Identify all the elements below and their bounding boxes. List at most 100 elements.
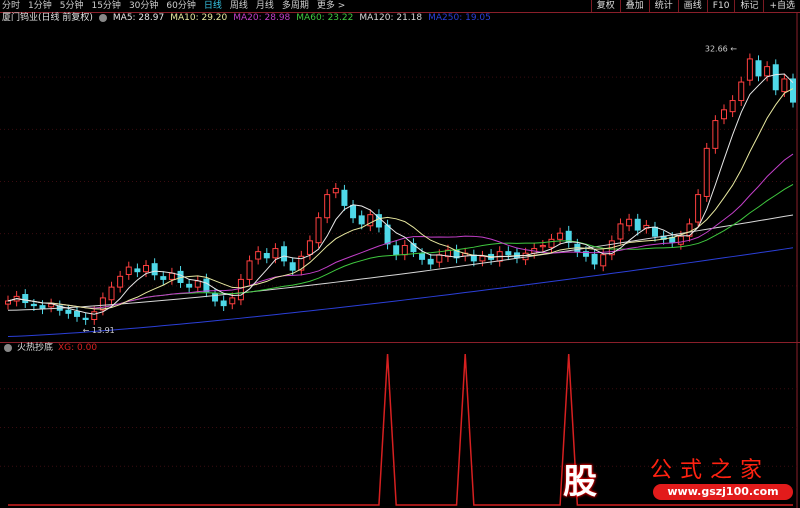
candle-body — [306, 240, 313, 255]
candle-body — [82, 317, 89, 320]
candle-body — [125, 266, 132, 275]
stock-title: 厦门钨业(日线 前复权) — [2, 13, 93, 23]
ma-legend-item: MA60: 23.22 — [296, 13, 354, 23]
ma10-line — [7, 88, 794, 310]
toolbar-button[interactable]: 标记 — [734, 0, 763, 12]
candle-body — [539, 244, 546, 248]
ma5-line — [7, 73, 794, 315]
period-tab[interactable]: 30分钟 — [129, 0, 158, 12]
low-price-label: ← 13.91 — [83, 326, 115, 335]
period-tab[interactable]: 分时 — [2, 0, 20, 12]
watermark-url: www.gszj100.com — [653, 484, 793, 500]
candle-body — [712, 120, 719, 149]
toolbar-button[interactable]: 画线 — [677, 0, 707, 12]
period-tab[interactable]: 周线 — [230, 0, 248, 12]
candle-body — [117, 275, 124, 288]
candle-body — [22, 294, 29, 304]
candle-body — [332, 187, 339, 194]
candle-body — [65, 309, 72, 314]
period-tab[interactable]: 日线 — [204, 0, 222, 12]
candle-body — [738, 81, 745, 102]
ma-legend: 厦门钨业(日线 前复权) MA5: 28.97 MA10: 29.20 MA20: … — [2, 13, 491, 24]
candle-body — [358, 215, 365, 225]
indicator-settings-icon[interactable] — [4, 344, 12, 352]
candle-body — [39, 305, 46, 310]
period-tab[interactable]: 15分钟 — [91, 0, 120, 12]
candle-body — [617, 223, 624, 240]
toolbar-button[interactable]: 叠加 — [619, 0, 649, 12]
candle-body — [30, 303, 37, 307]
candle-body — [91, 311, 98, 320]
candle-body — [651, 226, 658, 237]
candle-body — [203, 278, 210, 293]
candle-body — [729, 100, 736, 113]
ma-legend-item: MA20: 28.98 — [233, 13, 291, 23]
right-toolbar: 复权 叠加 统计 画线 F10 标记 +自选 — [590, 0, 800, 12]
indicator-value: XG: 0.00 — [58, 343, 98, 353]
candle-body — [160, 276, 167, 280]
candle-body — [600, 254, 607, 267]
watermark-glyph: 股 — [563, 462, 597, 502]
candle-body — [315, 217, 322, 244]
period-toolbar: 分时 1分钟 5分钟 15分钟 30分钟 60分钟 日线 周线 月线 多周期 更多 > — [0, 0, 640, 12]
candle-body — [393, 245, 400, 256]
ma20-line — [7, 153, 794, 309]
toolbar-button[interactable]: +自选 — [763, 0, 800, 12]
candle-body — [5, 300, 11, 305]
settings-circle-icon[interactable] — [98, 14, 107, 22]
candle-body — [677, 235, 684, 245]
candle-body — [246, 260, 253, 280]
indicator-name: 火热抄底 — [17, 343, 54, 353]
toolbar-button[interactable]: 复权 — [590, 0, 620, 12]
candle-body — [746, 58, 753, 81]
toolbar-button[interactable]: 统计 — [648, 0, 678, 12]
candle-body — [479, 255, 486, 262]
candle-body — [272, 248, 279, 259]
kline-chart[interactable]: 32.66 ← ← 13.91 — [0, 0, 800, 508]
high-price-label: 32.66 ← — [705, 45, 737, 54]
watermark-name: 公式之家 — [650, 458, 771, 483]
candle-body — [74, 310, 81, 317]
ma-legend-item: MA250: 19.05 — [428, 13, 491, 23]
period-tab[interactable]: 更多 > — [317, 0, 345, 12]
ma-legend-item: MA10: 29.20 — [170, 13, 228, 23]
candle-body — [781, 78, 788, 93]
candle-body — [505, 251, 512, 256]
candle-body — [99, 297, 106, 311]
candle-body — [212, 293, 219, 302]
period-tab[interactable]: 5分钟 — [60, 0, 84, 12]
candle-body — [134, 268, 141, 273]
candle-body — [720, 109, 727, 120]
panel-divider[interactable] — [0, 342, 800, 343]
candle-body — [108, 286, 115, 301]
candle-body — [695, 194, 702, 223]
candle-body — [220, 300, 227, 307]
candle-body — [151, 263, 158, 276]
toolbar-button[interactable]: F10 — [706, 0, 735, 12]
candle-body — [384, 224, 391, 245]
candle-body — [229, 297, 236, 305]
candle-body — [186, 283, 193, 288]
candle-body — [401, 244, 408, 256]
candle-body — [626, 218, 633, 227]
candle-body — [427, 258, 434, 265]
candle-body — [281, 246, 288, 262]
candle-body — [772, 64, 779, 91]
period-tab[interactable]: 1分钟 — [28, 0, 52, 12]
period-tab[interactable]: 60分钟 — [166, 0, 195, 12]
ma-legend-item: MA120: 21.18 — [359, 13, 423, 23]
indicator-legend: 火热抄底 XG: 0.00 — [4, 343, 97, 354]
period-tab[interactable]: 多周期 — [282, 0, 309, 12]
candle-body — [143, 265, 150, 273]
candle-body — [419, 253, 426, 260]
watermark-logo: 股 公式之家 www.gszj100.com — [555, 450, 795, 506]
candle-body — [168, 272, 175, 280]
ma120-line — [7, 214, 794, 311]
ma60-line — [7, 183, 794, 309]
candle-body — [703, 147, 710, 197]
candle-body — [557, 232, 564, 240]
period-tab[interactable]: 月线 — [256, 0, 274, 12]
candle-body — [341, 189, 348, 206]
candle-body — [764, 66, 771, 77]
ma-legend-item: MA5: 28.97 — [112, 13, 165, 23]
